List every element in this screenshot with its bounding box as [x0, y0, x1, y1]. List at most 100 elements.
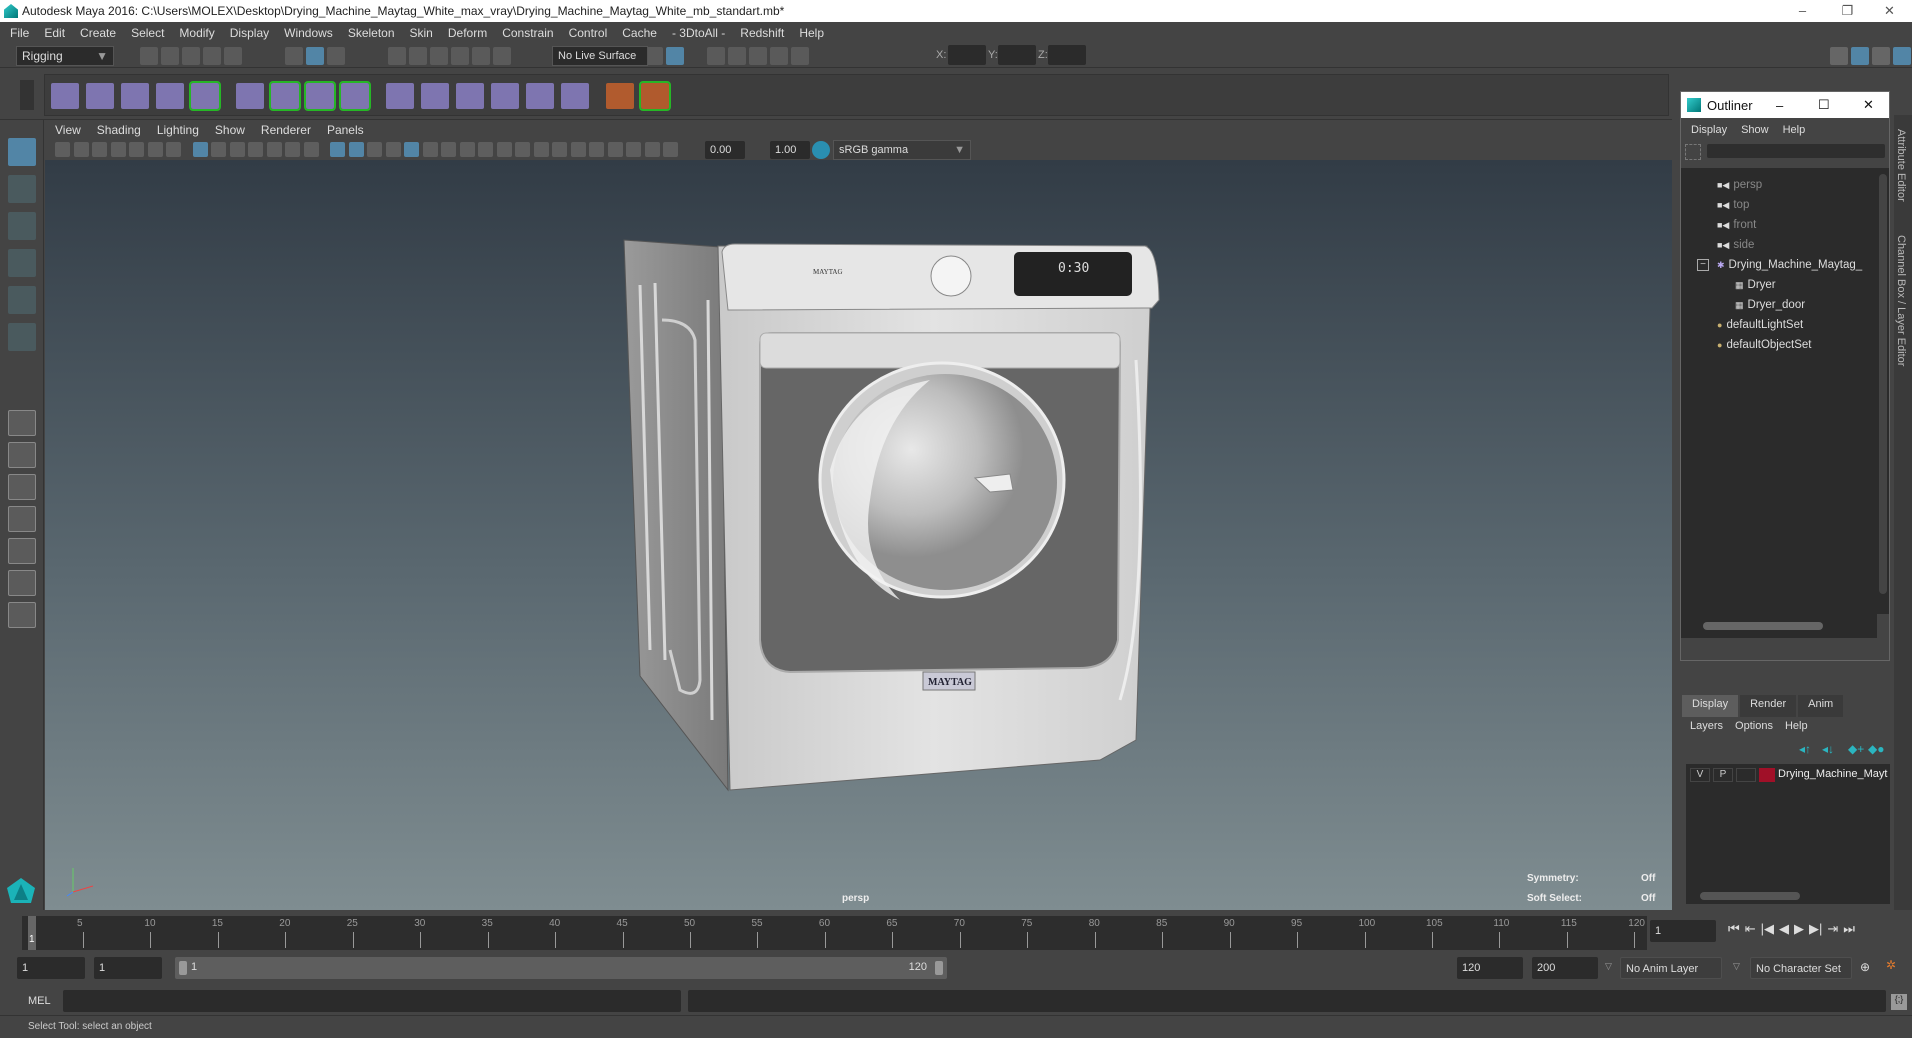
panel-tool-icon-14[interactable] — [303, 142, 319, 157]
bind-skin-icon[interactable] — [269, 81, 301, 111]
panel-tool-icon-23[interactable] — [478, 142, 493, 157]
end-frame-field[interactable]: 200 — [1532, 957, 1598, 979]
snap-live-icon[interactable] — [493, 47, 511, 65]
interactive-bind-icon[interactable] — [339, 81, 371, 111]
paint-select-tool-icon[interactable] — [8, 212, 36, 240]
snap-view-icon[interactable] — [451, 47, 469, 65]
auto-key-icon[interactable]: ⊕ — [1860, 960, 1870, 974]
maya-home-icon[interactable] — [6, 876, 36, 904]
select-hierarchy-icon[interactable] — [285, 47, 303, 65]
move-layer-up-icon[interactable]: ◂↑ — [1799, 742, 1811, 756]
channel-box-toggle-icon[interactable] — [1893, 47, 1911, 65]
mel-input[interactable] — [63, 990, 681, 1012]
outliner-vertical-scrollbar[interactable] — [1877, 168, 1889, 614]
hik-skeleton-icon[interactable] — [639, 81, 671, 111]
outliner-close-button[interactable]: ✕ — [1863, 97, 1874, 113]
menu-display[interactable]: Display — [230, 26, 269, 40]
outliner-item[interactable]: ■◀ side — [1717, 236, 1754, 254]
mel-label[interactable]: MEL — [28, 995, 51, 1007]
outliner-maximize-button[interactable]: ☐ — [1818, 97, 1830, 113]
animation-preferences-icon[interactable]: ✲ — [1886, 958, 1896, 972]
panel-menu-show[interactable]: Show — [215, 123, 245, 137]
minimize-button[interactable]: – — [1780, 0, 1825, 22]
panel-menu-panels[interactable]: Panels — [327, 123, 364, 137]
snap-surface-icon[interactable] — [472, 47, 490, 65]
layer-menu-layers[interactable]: Layers — [1690, 720, 1723, 732]
render-settings-icon[interactable] — [770, 47, 788, 65]
hypershade-icon[interactable] — [791, 47, 809, 65]
redo-icon[interactable] — [224, 47, 242, 65]
menu-skin[interactable]: Skin — [410, 26, 433, 40]
persp-graph-layout-icon[interactable] — [8, 506, 36, 532]
move-layer-down-icon[interactable]: ◂↓ — [1822, 742, 1834, 756]
select-tool-icon[interactable] — [8, 138, 36, 166]
ik-spline-icon[interactable] — [121, 83, 149, 109]
panel-menu-lighting[interactable]: Lighting — [157, 123, 199, 137]
outliner-item[interactable]: ■◀ front — [1717, 216, 1756, 234]
live-surface-field[interactable]: No Live Surface — [552, 46, 648, 66]
panel-tool-icon-10[interactable] — [229, 142, 245, 157]
single-perspective-layout-icon[interactable] — [8, 410, 36, 436]
attribute-editor-toggle-icon[interactable] — [1851, 47, 1869, 65]
panel-tool-icon-24[interactable] — [496, 142, 512, 157]
filter-icon[interactable] — [1685, 144, 1701, 160]
menu-redshift[interactable]: Redshift — [740, 26, 784, 40]
panel-menu-view[interactable]: View — [55, 123, 81, 137]
open-scene-icon[interactable] — [161, 47, 179, 65]
panel-tool-icon-18[interactable] — [385, 142, 401, 157]
menu-deform[interactable]: Deform — [448, 26, 487, 40]
panel-tool-icon-27[interactable] — [552, 142, 567, 157]
ipr-render-icon[interactable] — [749, 47, 767, 65]
outliner-item[interactable]: ■◀ top — [1717, 196, 1749, 214]
current-frame-field[interactable]: 1 — [1650, 920, 1716, 942]
panel-tool-icon-31[interactable] — [626, 142, 641, 157]
layer-color-swatch[interactable] — [1759, 768, 1775, 782]
panel-tool-icon-3[interactable] — [92, 142, 107, 157]
exposure-field[interactable]: 0.00 — [705, 141, 745, 159]
move-tool-icon[interactable] — [8, 249, 36, 277]
hik-icon[interactable] — [606, 83, 634, 109]
panel-tool-icon-6[interactable] — [147, 142, 163, 157]
collapse-toggle-icon[interactable]: − — [1697, 259, 1709, 271]
panel-tool-icon-1[interactable] — [55, 142, 70, 157]
modeling-toolkit-icon[interactable] — [1830, 47, 1848, 65]
shelf-tabs-menu-icon[interactable] — [20, 80, 34, 110]
tab-attribute-editor[interactable]: Attribute Editor — [1895, 129, 1907, 202]
gamma-field[interactable]: 1.00 — [770, 141, 810, 159]
new-layer-selected-icon[interactable]: ◆● — [1868, 742, 1884, 756]
menu-select[interactable]: Select — [131, 26, 164, 40]
outliner-item[interactable]: ■◀ persp — [1717, 176, 1762, 194]
render-icon[interactable] — [728, 47, 746, 65]
tab-render[interactable]: Render — [1740, 695, 1797, 717]
panel-menu-shading[interactable]: Shading — [97, 123, 141, 137]
select-object-icon[interactable] — [306, 47, 324, 65]
panel-tool-icon-26[interactable] — [533, 142, 549, 157]
panel-tool-icon-15[interactable] — [330, 142, 345, 157]
menu-help[interactable]: Help — [799, 26, 824, 40]
panel-tool-icon-21[interactable] — [441, 142, 456, 157]
panel-tool-icon-13[interactable] — [285, 142, 300, 157]
viewport-persp[interactable]: MAYTAG 0:30 MAYTAG persp Symmetry: Off S… — [45, 160, 1672, 910]
step-back-frame-icon[interactable]: |◀ — [1761, 921, 1774, 941]
menu-control[interactable]: Control — [569, 26, 608, 40]
menu-modify[interactable]: Modify — [179, 26, 214, 40]
playback-end-field[interactable]: 120 — [1457, 957, 1523, 979]
panel-tool-icon-33[interactable] — [663, 142, 678, 157]
outliner-item[interactable]: ● defaultLightSet — [1717, 316, 1803, 334]
script-editor-icon[interactable]: {;} — [1891, 994, 1907, 1010]
menu-file[interactable]: File — [10, 26, 29, 40]
new-layer-icon[interactable]: ◆+ — [1848, 742, 1864, 756]
snap-curve-icon[interactable] — [409, 47, 427, 65]
outliner-item[interactable]: ● defaultObjectSet — [1717, 336, 1811, 354]
scale-constraint-icon[interactable] — [491, 83, 519, 109]
z-input[interactable] — [1048, 45, 1086, 65]
save-scene-icon[interactable] — [182, 47, 200, 65]
render-frame-icon[interactable] — [707, 47, 725, 65]
paint-skin-weights-icon[interactable] — [236, 83, 264, 109]
outliner-title-bar[interactable]: Outliner – ☐ ✕ — [1681, 92, 1889, 118]
tab-display[interactable]: Display — [1682, 695, 1739, 717]
range-end-handle[interactable] — [935, 961, 943, 975]
time-slider-ticks[interactable]: 1 5 10 15 20 25 30 35 40 45 50 55 60 65 70 75 80 85 90 95 1… — [22, 916, 1647, 950]
outliner-minimize-button[interactable]: – — [1776, 98, 1783, 113]
panel-tool-icon-2[interactable] — [73, 142, 89, 157]
